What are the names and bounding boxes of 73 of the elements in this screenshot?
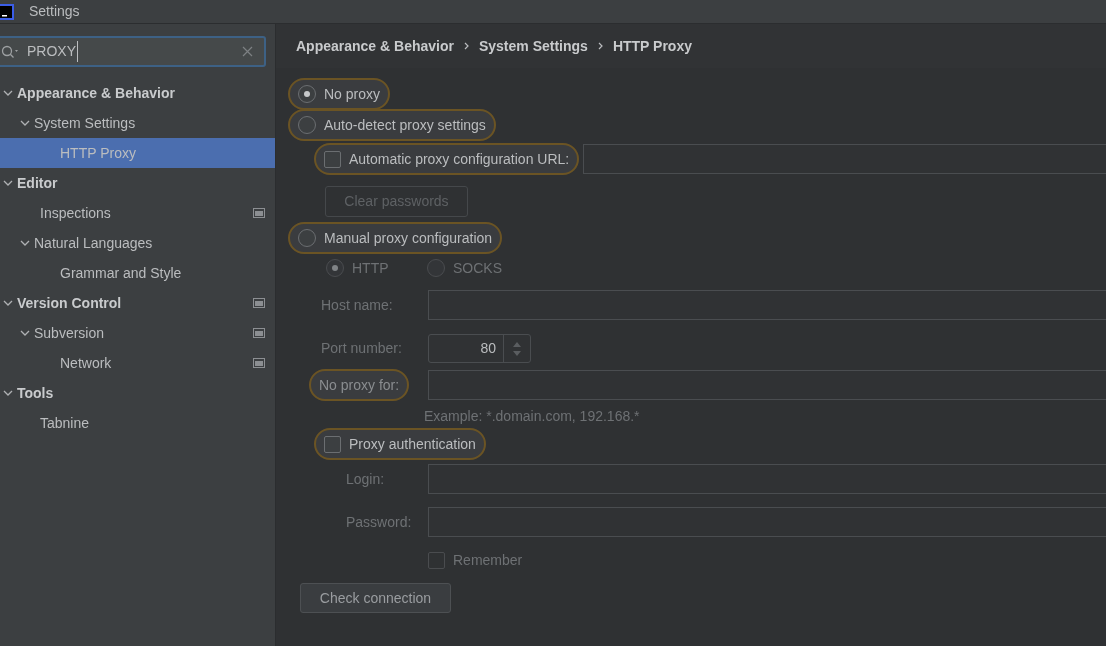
- search-field[interactable]: PROXY: [0, 36, 266, 67]
- radio-button[interactable]: [298, 85, 316, 103]
- field-label: No proxy for:: [319, 375, 400, 395]
- port-value: 80: [479, 339, 497, 358]
- field-label: Password:: [345, 512, 413, 532]
- host-name-input[interactable]: [428, 290, 1106, 320]
- field-label: Login:: [345, 469, 386, 489]
- no-proxy-input[interactable]: [428, 370, 1106, 400]
- chevron-down-icon[interactable]: [3, 180, 13, 186]
- tree-item[interactable]: Tabnine: [0, 408, 275, 438]
- login-input[interactable]: [428, 464, 1106, 494]
- tree-item-label: Tools: [17, 383, 55, 403]
- project-icon: [253, 208, 265, 218]
- tree-item-label: Subversion: [34, 323, 106, 343]
- tree-item[interactable]: Editor: [0, 168, 275, 198]
- option-label: Proxy authentication: [349, 434, 476, 454]
- tree-item[interactable]: Version Control: [0, 288, 275, 318]
- tree-item-label: HTTP Proxy: [59, 143, 137, 163]
- chevron-down-icon[interactable]: [20, 120, 30, 126]
- project-icon: [253, 328, 265, 338]
- tree-item-label: Appearance & Behavior: [17, 83, 176, 103]
- clear-icon[interactable]: [242, 46, 253, 57]
- chevron-down-icon[interactable]: [3, 300, 13, 306]
- tree-item-label: System Settings: [34, 113, 137, 133]
- chevron-down-icon[interactable]: [3, 390, 13, 396]
- checkbox[interactable]: [324, 435, 341, 453]
- chevron-right-icon: [597, 42, 603, 50]
- tree-item[interactable]: System Settings: [0, 108, 275, 138]
- search-icon: [1, 44, 21, 59]
- tree-item-label: Version Control: [17, 293, 123, 313]
- port-spinner[interactable]: 80: [428, 334, 531, 363]
- breadcrumb-item[interactable]: System Settings: [478, 35, 588, 57]
- checkbox[interactable]: [324, 150, 341, 168]
- tree-item-label: Editor: [17, 173, 59, 193]
- password-input[interactable]: [428, 507, 1106, 537]
- hint-text: Example: *.domain.com, 192.168.*: [424, 407, 641, 426]
- tree-item[interactable]: Tools: [0, 378, 275, 408]
- chevron-down-icon[interactable]: [20, 240, 30, 246]
- tree-item-label: Natural Languages: [34, 233, 154, 253]
- tree-item[interactable]: Subversion: [0, 318, 275, 348]
- field-label: Port number:: [320, 339, 403, 358]
- tree-item-label: Tabnine: [39, 413, 91, 433]
- project-icon: [253, 358, 265, 368]
- app-logo-icon: [0, 3, 14, 20]
- option-label: SOCKS: [453, 258, 502, 278]
- tree-item[interactable]: Inspections: [0, 198, 275, 228]
- chevron-right-icon: [463, 42, 469, 50]
- window-title: Settings: [29, 2, 80, 21]
- tree-item-label: Inspections: [39, 203, 112, 223]
- option-label: HTTP: [352, 258, 389, 278]
- project-icon: [253, 298, 265, 308]
- tree-item-label: Network: [59, 353, 113, 373]
- tree-item[interactable]: Natural Languages: [0, 228, 275, 258]
- field-label: Host name:: [320, 295, 394, 315]
- option-label: Manual proxy configuration: [324, 228, 493, 248]
- check-connection-button[interactable]: Check connection: [300, 583, 451, 613]
- search-text: PROXY: [27, 41, 78, 62]
- url-input[interactable]: [583, 144, 1106, 174]
- tree-item[interactable]: Grammar and Style: [0, 258, 275, 288]
- radio-button[interactable]: [298, 229, 316, 247]
- option-label: Auto-detect proxy settings: [324, 115, 486, 135]
- tree-item[interactable]: Network: [0, 348, 275, 378]
- option-label: No proxy: [324, 84, 381, 104]
- spinner-arrows-icon[interactable]: [512, 340, 522, 357]
- option-label: Automatic proxy configuration URL:: [349, 149, 570, 169]
- breadcrumb-item[interactable]: HTTP Proxy: [612, 35, 692, 57]
- tree-item[interactable]: Appearance & Behavior: [0, 78, 275, 108]
- breadcrumb-item[interactable]: Appearance & Behavior: [296, 35, 454, 57]
- tree-item-label: Grammar and Style: [59, 263, 183, 283]
- chevron-down-icon[interactable]: [20, 330, 30, 336]
- chevron-down-icon[interactable]: [3, 90, 13, 96]
- option-label: Remember: [453, 551, 523, 570]
- radio-button[interactable]: [298, 116, 316, 134]
